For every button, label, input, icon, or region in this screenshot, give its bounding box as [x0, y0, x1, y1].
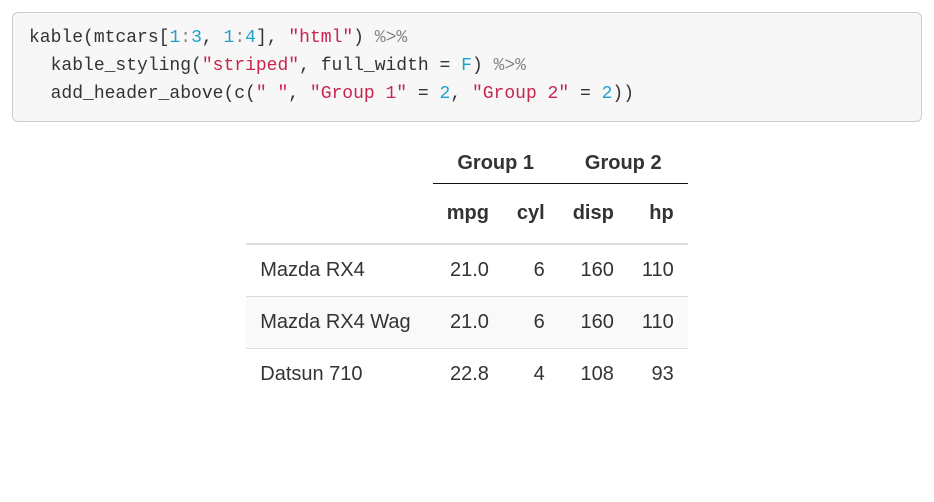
cell-value: 160 [559, 296, 628, 348]
code-colon: : [180, 28, 191, 48]
group-header-2: Group 2 [559, 146, 688, 184]
cell-value: 160 [559, 244, 628, 297]
code-indent [29, 84, 51, 104]
code-rbracket: ] [256, 28, 267, 48]
table-row: Datsun 710 22.8 4 108 93 [246, 348, 687, 400]
cell-value: 4 [503, 348, 559, 400]
code-num: 1 [169, 28, 180, 48]
code-lparen: ( [191, 56, 202, 76]
col-header-hp: hp [628, 183, 688, 244]
group-header-blank [246, 146, 432, 184]
table-row: Mazda RX4 Wag 21.0 6 160 110 [246, 296, 687, 348]
code-indent [29, 56, 51, 76]
cell-value: 93 [628, 348, 688, 400]
code-pipe: %>% [483, 56, 526, 76]
cell-value: 108 [559, 348, 628, 400]
code-rparen: ) [472, 56, 483, 76]
code-lparen: ( [83, 28, 94, 48]
code-comma: , [288, 84, 310, 104]
code-rparen: ) [623, 84, 634, 104]
col-header-mpg: mpg [433, 183, 503, 244]
col-header-rowname [246, 183, 432, 244]
code-str-g2: "Group 2" [472, 84, 569, 104]
cell-rowname: Mazda RX4 Wag [246, 296, 432, 348]
code-num: 2 [440, 84, 451, 104]
code-str-striped: "striped" [202, 56, 299, 76]
code-fn-c: c [234, 84, 245, 104]
code-dataset: mtcars [94, 28, 159, 48]
code-rparen: ) [353, 28, 364, 48]
kable-table: Group 1 Group 2 mpg cyl disp hp Mazda RX… [246, 146, 687, 400]
code-str-blank: " " [256, 84, 288, 104]
code-eq: = [407, 84, 439, 104]
group-header-1: Group 1 [433, 146, 559, 184]
cell-value: 6 [503, 244, 559, 297]
cell-value: 6 [503, 296, 559, 348]
code-str-html: "html" [288, 28, 353, 48]
code-num: 2 [602, 84, 613, 104]
code-fn-kablestyling: kable_styling [51, 56, 191, 76]
code-fn-addheader: add_header_above [51, 84, 224, 104]
table-row: Mazda RX4 21.0 6 160 110 [246, 244, 687, 297]
cell-value: 21.0 [433, 296, 503, 348]
code-eq: = [569, 84, 601, 104]
code-comma: , [202, 28, 224, 48]
code-num: 1 [224, 28, 235, 48]
cell-value: 21.0 [433, 244, 503, 297]
code-fn-kable: kable [29, 28, 83, 48]
code-val-F: F [461, 56, 472, 76]
code-str-g1: "Group 1" [310, 84, 407, 104]
code-arg-fullwidth: full_width [321, 56, 429, 76]
col-header-cyl: cyl [503, 183, 559, 244]
cell-rowname: Datsun 710 [246, 348, 432, 400]
code-comma: , [267, 28, 289, 48]
code-lbracket: [ [159, 28, 170, 48]
code-lparen: ( [223, 84, 234, 104]
cell-value: 110 [628, 296, 688, 348]
code-colon: : [234, 28, 245, 48]
code-num: 4 [245, 28, 256, 48]
code-comma: , [450, 84, 472, 104]
col-header-disp: disp [559, 183, 628, 244]
cell-value: 22.8 [433, 348, 503, 400]
code-rparen: ) [612, 84, 623, 104]
table-group-header-row: Group 1 Group 2 [246, 146, 687, 184]
code-lparen: ( [245, 84, 256, 104]
code-pipe: %>% [364, 28, 407, 48]
code-block: kable(mtcars[1:3, 1:4], "html") %>% kabl… [12, 12, 922, 122]
table-container: Group 1 Group 2 mpg cyl disp hp Mazda RX… [12, 146, 922, 400]
cell-rowname: Mazda RX4 [246, 244, 432, 297]
code-eq: = [429, 56, 461, 76]
table-column-header-row: mpg cyl disp hp [246, 183, 687, 244]
code-comma: , [299, 56, 321, 76]
code-num: 3 [191, 28, 202, 48]
cell-value: 110 [628, 244, 688, 297]
